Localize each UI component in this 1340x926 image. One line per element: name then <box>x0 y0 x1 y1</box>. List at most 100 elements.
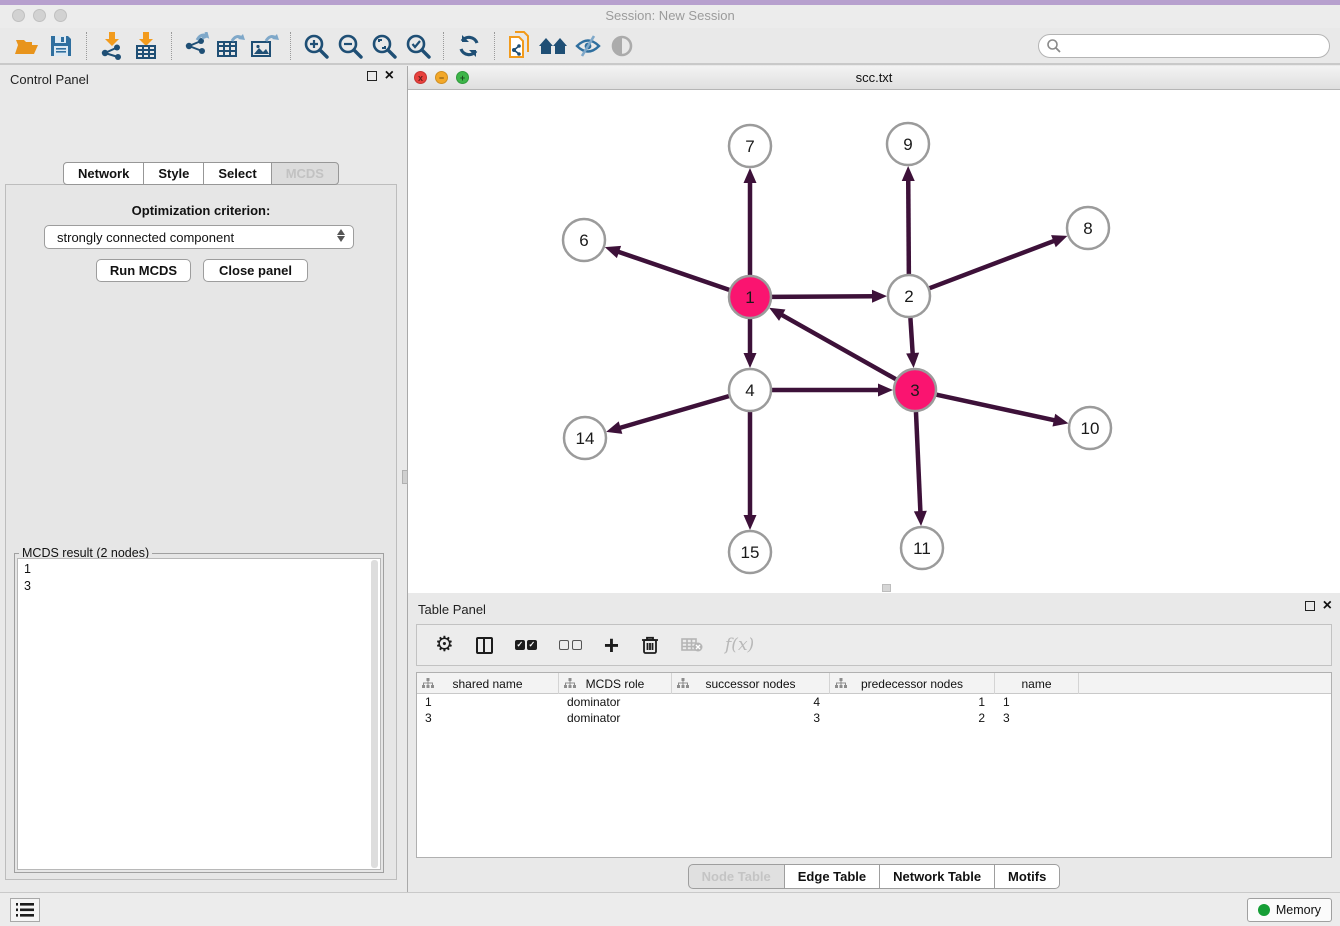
session-home-button[interactable] <box>537 31 571 61</box>
arrowhead-icon <box>1051 235 1067 247</box>
cell-successor-nodes[interactable]: 4 <box>672 694 830 710</box>
open-session-button[interactable] <box>10 31 44 61</box>
export-image-icon <box>250 32 280 60</box>
edge-3-1[interactable] <box>780 314 895 379</box>
cell-name[interactable]: 3 <box>995 710 1079 726</box>
zoom-selected-button[interactable] <box>401 31 435 61</box>
clone-network-button[interactable] <box>503 31 537 61</box>
trash-icon <box>641 635 659 655</box>
edge-1-2[interactable] <box>772 296 874 297</box>
close-table-panel-icon[interactable]: × <box>1323 601 1332 611</box>
add-row-button[interactable]: + <box>604 635 619 655</box>
arrowhead-icon <box>744 168 757 183</box>
zoom-in-button[interactable] <box>299 31 333 61</box>
arrowhead-icon <box>872 290 887 303</box>
table-row[interactable]: 1dominator411 <box>417 694 1331 710</box>
cell-MCDS-role[interactable]: dominator <box>559 694 672 710</box>
canvas-scroll-handle[interactable] <box>882 584 891 592</box>
hide-panels-button[interactable] <box>571 31 605 61</box>
control-panel: Control Panel × NetworkStyleSelectMCDS O… <box>0 66 402 892</box>
edge-1-6[interactable] <box>617 251 729 289</box>
export-image-button[interactable] <box>248 31 282 61</box>
import-table-icon <box>133 32 159 60</box>
column-header-predecessor-nodes[interactable]: predecessor nodes <box>830 673 995 694</box>
edge-4-14[interactable] <box>619 396 729 428</box>
cell-predecessor-nodes[interactable]: 2 <box>830 710 995 726</box>
arrowhead-icon <box>744 353 757 368</box>
cell-successor-nodes[interactable]: 3 <box>672 710 830 726</box>
function-builder-button[interactable]: f(x) <box>725 635 754 655</box>
node-label-3: 3 <box>910 381 919 400</box>
run-mcds-button[interactable]: Run MCDS <box>96 259 191 282</box>
column-header-successor-nodes[interactable]: successor nodes <box>672 673 830 694</box>
criterion-dropdown[interactable]: strongly connected component <box>44 225 354 249</box>
node-label-15: 15 <box>741 543 760 562</box>
column-header-MCDS-role[interactable]: MCDS role <box>559 673 672 694</box>
result-scrollbar[interactable] <box>371 560 378 868</box>
eye-slash-icon <box>574 34 602 58</box>
memory-label: Memory <box>1276 903 1321 917</box>
node-label-8: 8 <box>1083 219 1092 238</box>
tab-motifs[interactable]: Motifs <box>994 864 1060 889</box>
cell-predecessor-nodes[interactable]: 1 <box>830 694 995 710</box>
status-bar: Memory <box>0 892 1340 926</box>
table-panel: Table Panel × ⚙ ✓ ✓ + <box>408 596 1340 892</box>
tab-node-table[interactable]: Node Table <box>688 864 785 889</box>
mcds-result-group: MCDS result (2 nodes) 1 3 <box>14 553 384 873</box>
close-panel-icon[interactable]: × <box>385 71 394 81</box>
delete-table-button[interactable] <box>681 637 703 653</box>
node-label-6: 6 <box>579 231 588 250</box>
select-all-button[interactable]: ✓ ✓ <box>515 640 537 650</box>
edge-2-8[interactable] <box>930 240 1056 288</box>
table-row[interactable]: 3dominator323 <box>417 710 1331 726</box>
task-history-button[interactable] <box>10 898 40 922</box>
export-network-button[interactable] <box>180 31 214 61</box>
edge-3-10[interactable] <box>936 395 1055 421</box>
search-input[interactable] <box>1038 34 1330 58</box>
node-table[interactable]: shared name MCDS rolesuccessor nodesprede… <box>416 672 1332 858</box>
cell-name[interactable]: 1 <box>995 694 1079 710</box>
column-header-shared-name[interactable]: shared name <box>417 673 559 694</box>
network-canvas[interactable]: 7968124314101511 <box>408 90 1340 593</box>
edge-3-11[interactable] <box>916 412 920 513</box>
zoom-out-icon <box>337 33 363 59</box>
cell-shared-name[interactable]: 3 <box>417 710 559 726</box>
export-table-button[interactable] <box>214 31 248 61</box>
arrowhead-icon <box>1052 414 1068 427</box>
import-network-button[interactable] <box>95 31 129 61</box>
float-panel-icon[interactable] <box>367 71 377 81</box>
import-table-button[interactable] <box>129 31 163 61</box>
tab-network[interactable]: Network <box>63 162 144 185</box>
edge-2-9[interactable] <box>908 179 909 274</box>
export-network-icon <box>183 32 211 60</box>
column-label: shared name <box>452 677 522 691</box>
edge-2-3[interactable] <box>910 318 912 355</box>
memory-button[interactable]: Memory <box>1247 898 1332 922</box>
mcds-panel: Optimization criterion: strongly connect… <box>5 184 397 880</box>
show-columns-button[interactable] <box>476 637 493 654</box>
tab-edge-table[interactable]: Edge Table <box>784 864 880 889</box>
tab-style[interactable]: Style <box>143 162 204 185</box>
cell-shared-name[interactable]: 1 <box>417 694 559 710</box>
close-panel-button[interactable]: Close panel <box>203 259 308 282</box>
arrowhead-icon <box>914 511 927 526</box>
zoom-in-icon <box>303 33 329 59</box>
delete-row-button[interactable] <box>641 635 659 655</box>
toolbar-separator <box>494 32 495 60</box>
refresh-layout-button[interactable] <box>452 31 486 61</box>
tab-mcds[interactable]: MCDS <box>271 162 339 185</box>
float-table-panel-icon[interactable] <box>1305 601 1315 611</box>
zoom-fit-button[interactable] <box>367 31 401 61</box>
deselect-all-button[interactable] <box>559 640 582 650</box>
main-titlebar: Session: New Session <box>0 5 1340 28</box>
zoom-out-button[interactable] <box>333 31 367 61</box>
cell-MCDS-role[interactable]: dominator <box>559 710 672 726</box>
mcds-result-text[interactable]: 1 3 <box>17 558 381 870</box>
table-settings-button[interactable]: ⚙ <box>435 635 454 655</box>
node-label-14: 14 <box>576 429 595 448</box>
column-header-name[interactable]: name <box>995 673 1079 694</box>
save-session-button[interactable] <box>44 31 78 61</box>
tab-select[interactable]: Select <box>203 162 271 185</box>
inactive-view-button[interactable] <box>605 31 639 61</box>
tab-network-table[interactable]: Network Table <box>879 864 995 889</box>
